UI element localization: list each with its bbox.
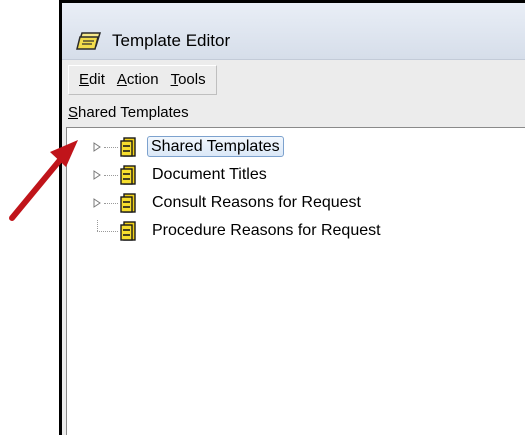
shared-templates-label: Shared Templates bbox=[68, 104, 189, 121]
menu-edit-label: dit bbox=[89, 71, 105, 88]
menu-edit[interactable]: Edit bbox=[73, 67, 111, 93]
menu-action-mnemonic: A bbox=[116, 71, 127, 88]
tree-item-label: Procedure Reasons for Request bbox=[152, 222, 381, 239]
menu-tools-label: ools bbox=[178, 71, 206, 88]
menu-tools-mnemonic: T bbox=[170, 71, 179, 88]
screenshot-stage: Template Editor Edit Action Tools Shared… bbox=[0, 0, 525, 435]
tree-item-shared-templates[interactable]: Shared Templates bbox=[67, 136, 507, 158]
tree-item-label: Document Titles bbox=[152, 166, 267, 183]
menu-action-label: ction bbox=[126, 71, 159, 88]
triangle-right-icon[interactable] bbox=[93, 198, 101, 208]
templates-tree[interactable]: Shared Templates Document Titles Consult… bbox=[66, 127, 525, 435]
tree-item-label: Shared Templates bbox=[147, 136, 284, 157]
tree-connector-line bbox=[104, 175, 118, 176]
triangle-right-icon[interactable] bbox=[93, 170, 101, 180]
menu-edit-mnemonic: E bbox=[79, 71, 90, 88]
folder-cabinet-icon bbox=[120, 193, 136, 213]
folder-cabinet-icon bbox=[120, 165, 136, 185]
tree-item-procedure-reasons[interactable]: Procedure Reasons for Request bbox=[67, 220, 507, 242]
triangle-right-icon[interactable] bbox=[93, 142, 101, 152]
menu-tools[interactable]: Tools bbox=[165, 67, 212, 93]
template-editor-icon bbox=[76, 32, 102, 50]
tree-item-consult-reasons[interactable]: Consult Reasons for Request bbox=[67, 192, 507, 214]
template-editor-window: Template Editor Edit Action Tools Shared… bbox=[59, 0, 525, 435]
title-bar[interactable]: Template Editor bbox=[62, 3, 525, 60]
section-mnemonic: S bbox=[68, 104, 79, 121]
folder-cabinet-icon bbox=[120, 137, 136, 157]
tree-item-label: Consult Reasons for Request bbox=[152, 194, 361, 211]
tree-connector-line bbox=[104, 203, 118, 204]
tree-connector-line bbox=[104, 147, 118, 148]
window-title: Template Editor bbox=[112, 31, 231, 50]
tree-item-document-titles[interactable]: Document Titles bbox=[67, 164, 507, 186]
tree-connector-line bbox=[97, 231, 118, 232]
menu-action[interactable]: Action bbox=[111, 67, 165, 93]
menu-bar: Edit Action Tools bbox=[68, 65, 217, 95]
section-label-rest: hared Templates bbox=[78, 104, 189, 121]
folder-cabinet-icon bbox=[120, 221, 136, 241]
